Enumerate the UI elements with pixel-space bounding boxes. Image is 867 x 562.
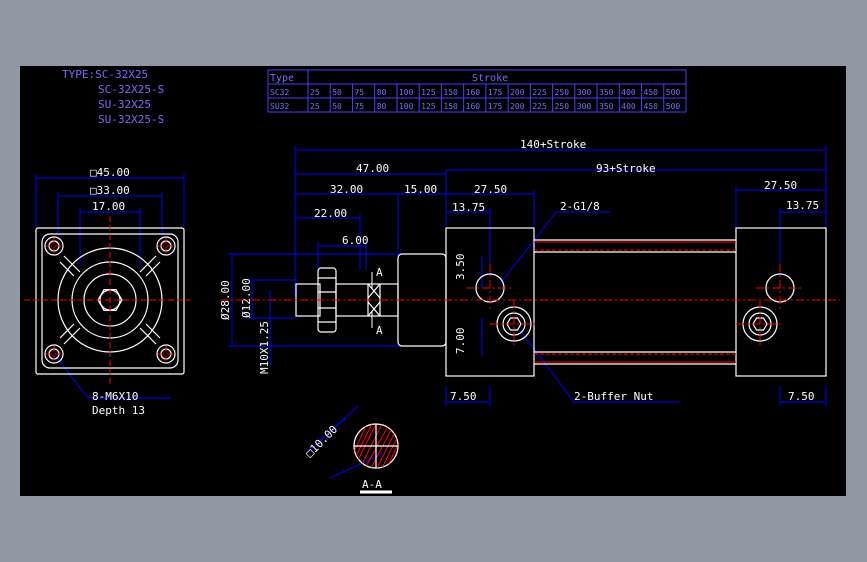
table-cell: 175 (488, 102, 503, 111)
dim-head-left: 27.50 (474, 183, 507, 196)
table-cell: 400 (621, 88, 636, 97)
table-cell: 25 (310, 102, 320, 111)
dim-port-off: 3.50 (454, 254, 467, 281)
dim-thread: M10X1.25 (258, 321, 271, 374)
dim-outer: □45.00 (90, 166, 130, 179)
table-cell: 225 (532, 88, 547, 97)
table-cell: 200 (510, 88, 525, 97)
table-cell: 350 (599, 88, 614, 97)
table-cell: 200 (510, 102, 525, 111)
table-row-type: SU32 (270, 102, 289, 111)
section-dim: □10.00 (303, 423, 340, 460)
table-cell: 25 (310, 88, 320, 97)
table-header-stroke: Stroke (472, 73, 508, 84)
dim-buffer-off: 7.00 (454, 328, 467, 355)
type-block: TYPE:SC-32X25 SC-32X25-S SU-32X25 SU-32X… (62, 68, 164, 126)
table-cell: 250 (555, 88, 570, 97)
table-cell: 300 (577, 88, 592, 97)
dim-inner: □33.00 (90, 184, 130, 197)
dim-rod-a: 32.00 (330, 183, 363, 196)
table-header-type: Type (270, 73, 294, 84)
table-cell: 75 (354, 88, 364, 97)
table-cell: 80 (377, 102, 387, 111)
dim-bottom-right: 7.50 (788, 390, 815, 403)
dim-overall: 140+Stroke (520, 138, 586, 151)
section-marker-top: A (376, 266, 383, 279)
table-cell: 450 (644, 102, 659, 111)
table-cell: 225 (532, 102, 547, 111)
table-cell: 150 (443, 88, 458, 97)
table-cell: 175 (488, 88, 503, 97)
dim-head-right: 27.50 (764, 179, 797, 192)
section-view: □10.00 A-A (303, 405, 399, 494)
side-view: 140+Stroke 93+Stroke 47.00 32.00 15.00 2… (219, 138, 840, 406)
table-cell: 150 (443, 102, 458, 111)
note-depth: Depth 13 (92, 404, 145, 417)
buffer-label: 2-Buffer Nut (574, 390, 653, 403)
table-cell: 125 (421, 102, 436, 111)
dim-rod-b: 22.00 (314, 207, 347, 220)
drawing-canvas: TYPE:SC-32X25 SC-32X25-S SU-32X25 SU-32X… (20, 66, 846, 496)
section-label: A-A (362, 478, 382, 491)
table-row-type: SC32 (270, 88, 289, 97)
note-thread: 8-M6X10 (92, 390, 138, 403)
dim-body: 93+Stroke (596, 162, 656, 175)
dim-bottom-left: 7.50 (450, 390, 477, 403)
cad-drawing: TYPE:SC-32X25 SC-32X25-S SU-32X25 SU-32X… (24, 68, 840, 494)
table-cell: 100 (399, 88, 414, 97)
dim-head-left-port: 13.75 (452, 201, 485, 214)
table-cell: 250 (555, 102, 570, 111)
dim-rod-c: 6.00 (342, 234, 369, 247)
dim-neck: 15.00 (404, 183, 437, 196)
table-cell: 450 (644, 88, 659, 97)
dim-head-right-port: 13.75 (786, 199, 819, 212)
section-marker-bottom: A (376, 324, 383, 337)
stroke-table: Type Stroke SC32 SU32 25 50 75 80 100 125 150 1… (267, 69, 687, 113)
table-cell: 125 (421, 88, 436, 97)
table-cell: 350 (599, 102, 614, 111)
table-cell: 50 (332, 88, 342, 97)
table-cell: 500 (666, 102, 681, 111)
table-cell: 500 (666, 88, 681, 97)
table-cell: 50 (332, 102, 342, 111)
type-line-4: SU-32X25-S (98, 113, 164, 126)
table-cell: 400 (621, 102, 636, 111)
type-line-2: SC-32X25-S (98, 83, 164, 96)
type-line-1: TYPE:SC-32X25 (62, 68, 148, 81)
table-cell: 160 (466, 88, 481, 97)
table-cell: 160 (466, 102, 481, 111)
port-label: 2-G1/8 (560, 200, 600, 213)
table-cell: 75 (354, 102, 364, 111)
front-view: □45.00 □33.00 17.00 8-M6X10 Depth 13 (24, 166, 190, 417)
table-cell: 300 (577, 102, 592, 111)
table-cell: 80 (377, 88, 387, 97)
dim-rod-total: 47.00 (356, 162, 389, 175)
type-line-3: SU-32X25 (98, 98, 151, 111)
dim-bore: 17.00 (92, 200, 125, 213)
dim-dia-12: Ø12.00 (240, 278, 253, 318)
table-cell: 100 (399, 102, 414, 111)
